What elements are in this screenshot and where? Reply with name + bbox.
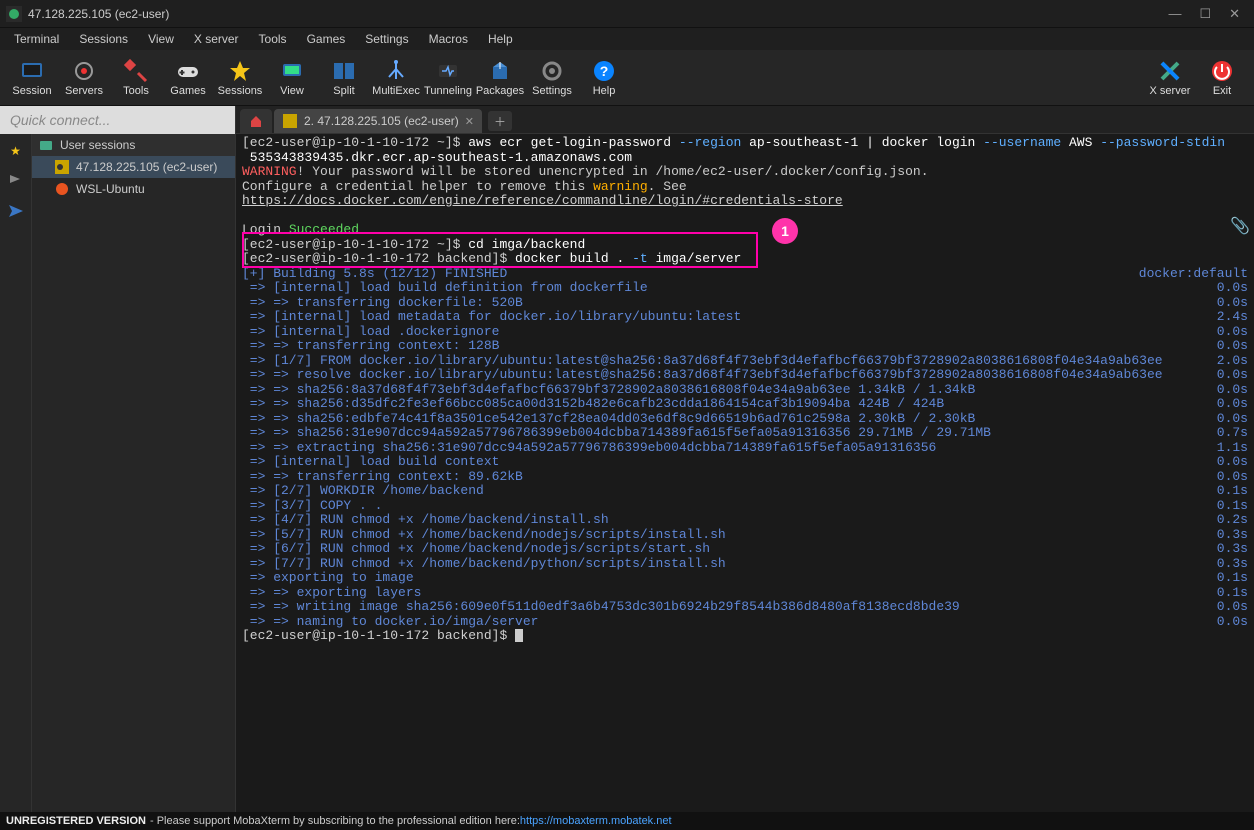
sessions-button[interactable]: Sessions <box>214 56 266 100</box>
terminal-output[interactable]: [ec2-user@ip-10-1-10-172 ~]$ aws ecr get… <box>236 134 1254 812</box>
tab-bar: 2. 47.128.225.105 (ec2-user) ✕ ＋ <box>236 106 1254 134</box>
menu-sessions[interactable]: Sessions <box>71 30 136 48</box>
status-text: - Please support MobaXterm by subscribin… <box>150 815 520 827</box>
star-icon[interactable]: ★ <box>5 140 27 162</box>
close-button[interactable]: ✕ <box>1229 6 1240 22</box>
tunneling-button[interactable]: Tunneling <box>422 56 474 100</box>
annotation-badge: 1 <box>772 218 798 244</box>
quick-connect-placeholder: Quick connect... <box>10 112 110 128</box>
view-icon <box>280 59 304 83</box>
help-icon: ? <box>592 59 616 83</box>
menu-view[interactable]: View <box>140 30 182 48</box>
split-icon <box>332 59 356 83</box>
sessions-root[interactable]: User sessions <box>32 134 235 156</box>
servers-icon <box>72 59 96 83</box>
unregistered-label: UNREGISTERED VERSION <box>6 815 146 827</box>
multiexec-button[interactable]: MultiExec <box>370 56 422 100</box>
servers-button-label: Servers <box>65 85 103 97</box>
session-button-label: Session <box>12 85 51 97</box>
menu-tools[interactable]: Tools <box>251 30 295 48</box>
packages-icon <box>488 59 512 83</box>
xserver-button[interactable]: X server <box>1144 56 1196 100</box>
menu-macros[interactable]: Macros <box>421 30 476 48</box>
settings-icon <box>540 59 564 83</box>
main-area: Quick connect... ★ User sessions 47.128.… <box>0 106 1254 812</box>
window-controls: — ☐ ✕ <box>1168 6 1240 22</box>
tools-button[interactable]: Tools <box>110 56 162 100</box>
split-button-label: Split <box>333 85 354 97</box>
tab-ssh-1[interactable]: 2. 47.128.225.105 (ec2-user) ✕ <box>274 109 482 133</box>
maximize-button[interactable]: ☐ <box>1199 6 1211 22</box>
multiexec-icon <box>384 59 408 83</box>
view-button[interactable]: View <box>266 56 318 100</box>
tunneling-icon <box>436 59 460 83</box>
view-button-label: View <box>280 85 304 97</box>
app-icon <box>6 6 22 22</box>
titlebar: 47.128.225.105 (ec2-user) — ☐ ✕ <box>0 0 1254 28</box>
ssh-icon <box>282 113 298 129</box>
svg-text:?: ? <box>600 63 609 79</box>
home-icon <box>248 113 264 129</box>
split-button[interactable]: Split <box>318 56 370 100</box>
menu-settings[interactable]: Settings <box>357 30 416 48</box>
minimize-button[interactable]: — <box>1168 6 1181 22</box>
tab-add-button[interactable]: ＋ <box>488 111 512 131</box>
help-button[interactable]: ? Help <box>578 56 630 100</box>
games-icon <box>176 59 200 83</box>
sidebar-content: ★ User sessions 47.128.225.105 (ec2-user… <box>0 134 235 812</box>
session-item-label: WSL-Ubuntu <box>76 182 145 196</box>
settings-button[interactable]: Settings <box>526 56 578 100</box>
exit-icon <box>1210 59 1234 83</box>
toolbar: Session Servers Tools Games Sessions View Spli… <box>0 50 1254 106</box>
status-link[interactable]: https://mobaxterm.mobatek.net <box>520 815 672 827</box>
paperclip-icon[interactable]: 📎 <box>1230 216 1250 236</box>
sessions-root-label: User sessions <box>60 138 135 152</box>
exit-button[interactable]: Exit <box>1196 56 1248 100</box>
session-button[interactable]: Session <box>6 56 58 100</box>
session-item-label: 47.128.225.105 (ec2-user) <box>76 160 217 174</box>
session-item[interactable]: 47.128.225.105 (ec2-user) <box>32 156 235 178</box>
tab-close-icon[interactable]: ✕ <box>465 115 474 128</box>
quick-connect-input[interactable]: Quick connect... <box>0 106 235 134</box>
terminal-panel: 2. 47.128.225.105 (ec2-user) ✕ ＋ 📎 [ec2-us… <box>236 106 1254 812</box>
left-sidebar: Quick connect... ★ User sessions 47.128.… <box>0 106 236 812</box>
clipboard-icon[interactable] <box>5 170 27 192</box>
status-bar: UNREGISTERED VERSION - Please support Mo… <box>0 812 1254 830</box>
menu-x-server[interactable]: X server <box>186 30 247 48</box>
exit-button-label: Exit <box>1213 85 1231 97</box>
help-button-label: Help <box>593 85 616 97</box>
sessions-button-label: Sessions <box>218 85 263 97</box>
xserver-icon <box>1158 59 1182 83</box>
key-icon <box>54 159 70 175</box>
tunneling-button-label: Tunneling <box>424 85 472 97</box>
settings-button-label: Settings <box>532 85 572 97</box>
menubar: TerminalSessionsViewX serverToolsGamesSe… <box>0 28 1254 50</box>
games-button[interactable]: Games <box>162 56 214 100</box>
menu-help[interactable]: Help <box>480 30 521 48</box>
ubuntu-icon <box>54 181 70 197</box>
tools-button-label: Tools <box>123 85 149 97</box>
sessions-icon <box>228 59 252 83</box>
menu-games[interactable]: Games <box>299 30 354 48</box>
xserver-button-label: X server <box>1150 85 1191 97</box>
session-item[interactable]: WSL-Ubuntu <box>32 178 235 200</box>
window-title: 47.128.225.105 (ec2-user) <box>28 7 1168 21</box>
menu-terminal[interactable]: Terminal <box>6 30 67 48</box>
session-icon <box>20 59 44 83</box>
packages-button[interactable]: Packages <box>474 56 526 100</box>
tab-label: 2. 47.128.225.105 (ec2-user) <box>304 114 459 128</box>
games-button-label: Games <box>170 85 205 97</box>
sessions-tree: User sessions 47.128.225.105 (ec2-user) W… <box>32 134 235 812</box>
tools-icon <box>124 59 148 83</box>
multiexec-button-label: MultiExec <box>372 85 420 97</box>
servers-button[interactable]: Servers <box>58 56 110 100</box>
send-icon[interactable] <box>5 200 27 222</box>
folder-icon <box>38 137 54 153</box>
left-rail: ★ <box>0 134 32 812</box>
tab-home[interactable] <box>240 109 272 133</box>
packages-button-label: Packages <box>476 85 524 97</box>
